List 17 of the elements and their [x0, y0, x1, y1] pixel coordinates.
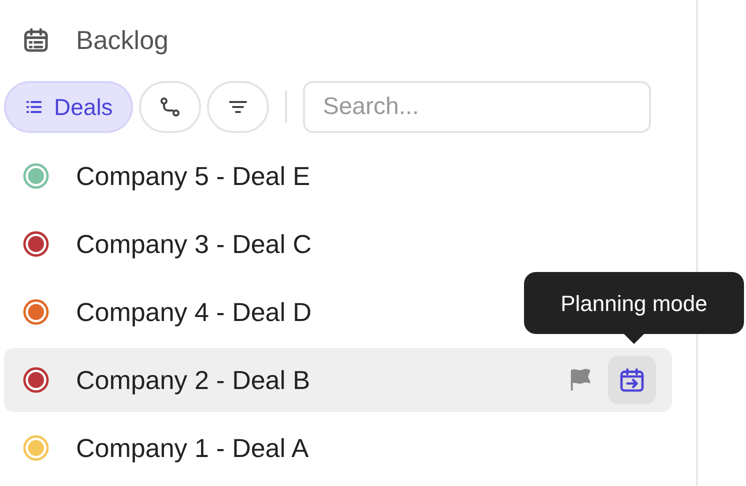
deal-name: Company 1 - Deal A [76, 432, 309, 464]
route-button[interactable] [138, 81, 201, 133]
deal-name: Company 5 - Deal E [76, 160, 310, 192]
tooltip: Planning mode [524, 272, 744, 334]
deal-name: Company 3 - Deal C [76, 228, 312, 260]
deal-name: Company 4 - Deal D [76, 296, 312, 328]
deal-row[interactable]: Company 2 - Deal B [4, 348, 672, 412]
deals-tab[interactable]: Deals [4, 81, 133, 133]
search-field[interactable]: Search... [302, 81, 651, 133]
calendar-icon [22, 26, 50, 54]
route-icon [158, 95, 182, 119]
page-title: Backlog [76, 24, 168, 56]
filter-button[interactable] [206, 81, 269, 133]
calendar-arrow-icon [618, 366, 646, 394]
planning-mode-button[interactable] [608, 356, 656, 404]
deal-name: Company 2 - Deal B [76, 364, 310, 396]
tooltip-pointer [624, 334, 644, 344]
